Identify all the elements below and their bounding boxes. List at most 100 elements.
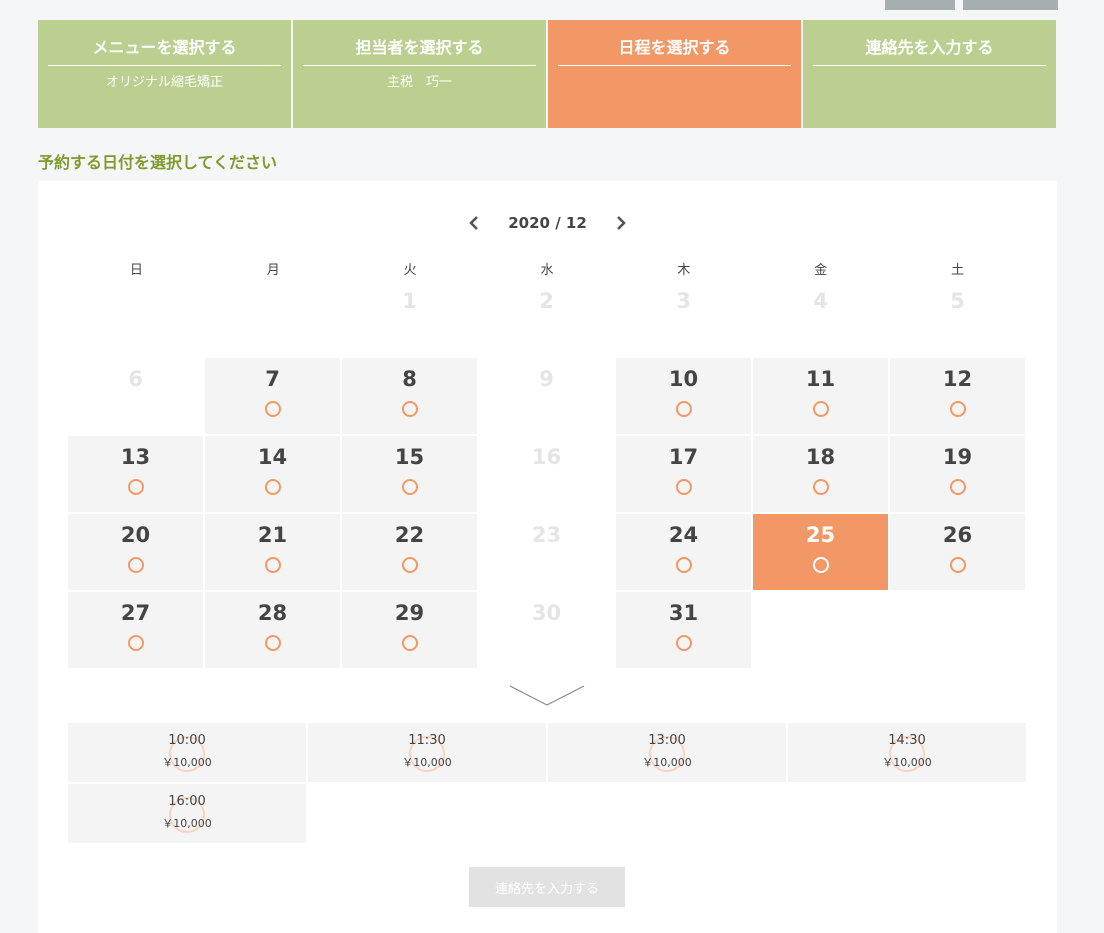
- slot-price: ￥10,000: [882, 756, 932, 769]
- circle-icon: [401, 479, 418, 495]
- circle-icon: [264, 401, 281, 417]
- day-number: 26: [942, 523, 973, 547]
- calendar-day[interactable]: 20: [68, 514, 203, 590]
- weekday-header: 日 月 火 水 木 金 土: [68, 259, 1026, 278]
- day-number: 20: [120, 523, 151, 547]
- day-number: 28: [257, 601, 288, 625]
- top-buttons: [885, 0, 1058, 10]
- calendar-day[interactable]: 18: [753, 436, 888, 512]
- circle-icon: [949, 401, 966, 417]
- calendar-day[interactable]: 25: [753, 514, 888, 590]
- calendar-day[interactable]: 28: [205, 592, 340, 668]
- calendar-day[interactable]: 27: [68, 592, 203, 668]
- time-slot[interactable]: 16:00 ￥10,000: [68, 784, 306, 843]
- calendar-day[interactable]: 15: [342, 436, 477, 512]
- day-number: 21: [257, 523, 288, 547]
- day-number: 13: [120, 445, 151, 469]
- calendar-day[interactable]: 10: [616, 358, 751, 434]
- contact-submit-button[interactable]: 連絡先を入力する: [469, 867, 625, 907]
- time-slot[interactable]: 14:30 ￥10,000: [788, 723, 1026, 782]
- calendar-day[interactable]: 12: [890, 358, 1025, 434]
- top-button-2[interactable]: [963, 0, 1058, 10]
- step-contact[interactable]: 連絡先を入力する: [803, 20, 1056, 128]
- time-slot[interactable]: 13:00 ￥10,000: [548, 723, 786, 782]
- calendar-day: 4: [753, 280, 888, 356]
- calendar-empty-cell: [753, 592, 888, 668]
- day-number: 15: [394, 445, 425, 469]
- step-date[interactable]: 日程を選択する: [548, 20, 801, 128]
- day-number: 10: [668, 367, 699, 391]
- calendar-grid: 1 2 3 4 5 6 7 8 9 10 11 12 13 14 15 16 17 18 19 20 21 22 23 24 2…: [68, 280, 1026, 668]
- day-number: 16: [531, 445, 562, 469]
- step-staff[interactable]: 担当者を選択する 主税 巧一: [293, 20, 546, 128]
- calendar-day: 23: [479, 514, 614, 590]
- day-number: 6: [128, 367, 143, 391]
- month-nav: 2020 / 12: [38, 213, 1057, 233]
- slot-time: 11:30: [408, 733, 446, 748]
- weekday-label: 金: [814, 263, 828, 278]
- calendar-day[interactable]: 19: [890, 436, 1025, 512]
- calendar-day[interactable]: 7: [205, 358, 340, 434]
- day-number: 3: [676, 289, 691, 313]
- circle-icon: [264, 479, 281, 495]
- circle-icon: [812, 557, 829, 573]
- day-number: 19: [942, 445, 973, 469]
- circle-icon: [127, 635, 144, 651]
- step-title: 日程を選択する: [558, 37, 791, 66]
- day-number: 27: [120, 601, 151, 625]
- day-number: 23: [531, 523, 562, 547]
- day-number: 29: [394, 601, 425, 625]
- calendar-empty-cell: [890, 592, 1025, 668]
- circle-icon: [675, 479, 692, 495]
- day-number: 25: [805, 523, 836, 547]
- day-number: 9: [539, 367, 554, 391]
- step-menu[interactable]: メニューを選択する オリジナル縮毛矯正: [38, 20, 291, 128]
- chevron-left-icon[interactable]: [466, 213, 482, 233]
- weekday-label: 木: [677, 263, 691, 278]
- step-tabs: メニューを選択する オリジナル縮毛矯正 担当者を選択する 主税 巧一 日程を選択…: [38, 20, 1056, 128]
- calendar-day[interactable]: 26: [890, 514, 1025, 590]
- calendar-day[interactable]: 21: [205, 514, 340, 590]
- weekday-label: 土: [951, 263, 965, 278]
- day-number: 1: [402, 289, 417, 313]
- time-slot[interactable]: 10:00 ￥10,000: [68, 723, 306, 782]
- slot-price: ￥10,000: [402, 756, 452, 769]
- page-heading: 予約する日付を選択してください: [38, 153, 278, 172]
- circle-icon: [264, 635, 281, 651]
- weekday-label: 水: [540, 263, 554, 278]
- calendar-day[interactable]: 8: [342, 358, 477, 434]
- calendar-day[interactable]: 29: [342, 592, 477, 668]
- day-number: 17: [668, 445, 699, 469]
- calendar-day: 5: [890, 280, 1025, 356]
- calendar-day[interactable]: 11: [753, 358, 888, 434]
- day-number: 14: [257, 445, 288, 469]
- circle-icon: [812, 479, 829, 495]
- slot-time: 14:30: [888, 733, 926, 748]
- calendar-day: 16: [479, 436, 614, 512]
- time-slot[interactable]: 11:30 ￥10,000: [308, 723, 546, 782]
- circle-icon: [675, 401, 692, 417]
- weekday-label: 火: [403, 263, 417, 278]
- chevron-right-icon[interactable]: [613, 213, 629, 233]
- slot-price: ￥10,000: [642, 756, 692, 769]
- step-title: 担当者を選択する: [303, 37, 536, 66]
- top-button-1[interactable]: [885, 0, 955, 10]
- calendar-day[interactable]: 17: [616, 436, 751, 512]
- step-value: 主税 巧一: [386, 75, 452, 90]
- slot-price: ￥10,000: [162, 756, 212, 769]
- calendar-day[interactable]: 22: [342, 514, 477, 590]
- calendar-day[interactable]: 24: [616, 514, 751, 590]
- weekday-label: 日: [129, 263, 143, 278]
- day-number: 30: [531, 601, 562, 625]
- weekday-label: 月: [266, 263, 280, 278]
- calendar-day[interactable]: 13: [68, 436, 203, 512]
- calendar-day: 1: [342, 280, 477, 356]
- circle-icon: [127, 479, 144, 495]
- calendar-day[interactable]: 14: [205, 436, 340, 512]
- month-label: 2020 / 12: [508, 214, 587, 232]
- step-title: 連絡先を入力する: [813, 37, 1046, 66]
- day-number: 31: [668, 601, 699, 625]
- calendar-day[interactable]: 31: [616, 592, 751, 668]
- time-slots: 10:00 ￥10,000 11:30 ￥10,000 13:00 ￥10,00…: [68, 723, 1026, 843]
- day-number: 24: [668, 523, 699, 547]
